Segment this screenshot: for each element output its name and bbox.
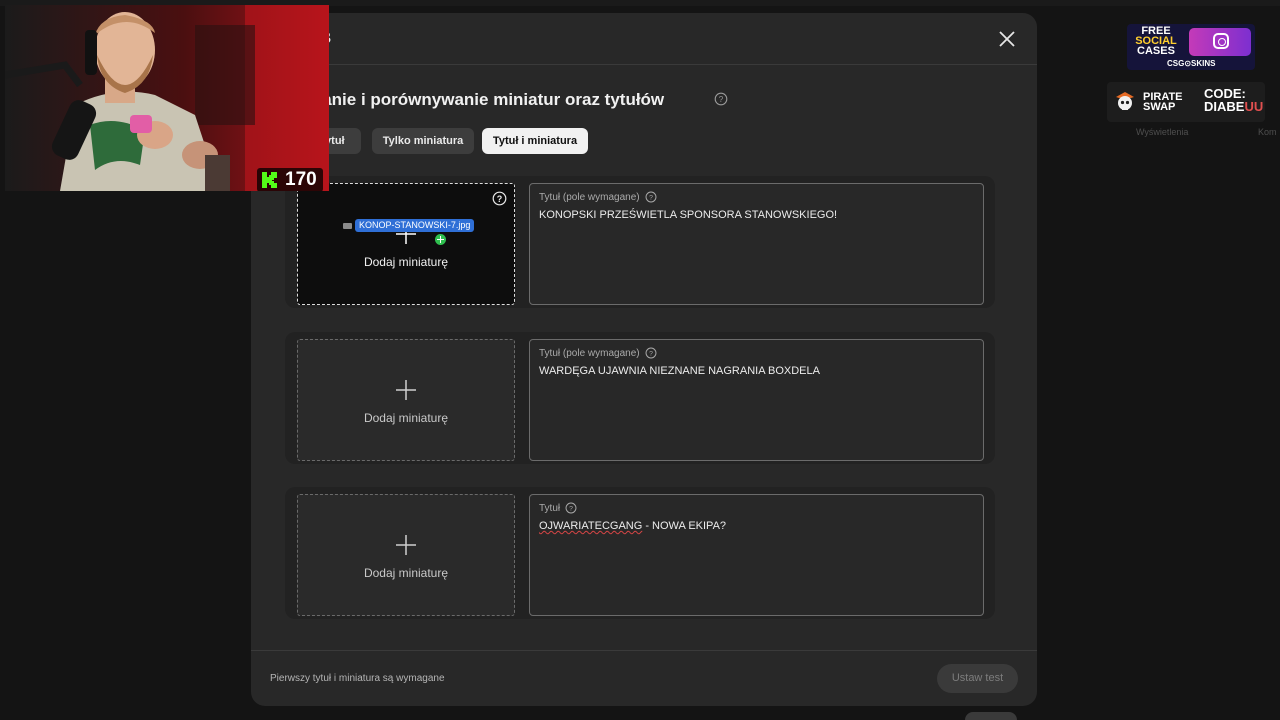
background-column-comments: Kom (1258, 127, 1277, 137)
kick-icon (262, 172, 277, 188)
tab-title-and-thumbnail[interactable]: Tytuł i miniatura (482, 128, 588, 154)
pirateswap-logo-text: PIRATE SWAP (1143, 91, 1183, 113)
webcam-image (5, 5, 329, 191)
help-icon[interactable]: ? (492, 191, 507, 206)
thumbnail-test-dialog: VB wanie i porównywanie miniatur oraz ty… (251, 13, 1037, 706)
add-thumbnail-label: Dodaj miniaturę (363, 566, 449, 580)
sponsor-banner-pirateswap: PIRATE SWAP CODE: DIABEUU (1107, 82, 1265, 122)
drop-add-icon (435, 234, 446, 245)
background-column-views: Wyświetlenia (1136, 127, 1189, 137)
requirement-note: Pierwszy tytuł i miniatura są wymagane (270, 673, 445, 684)
tab-thumbnail-only[interactable]: Tylko miniatura (372, 128, 474, 154)
help-icon[interactable]: ? (645, 347, 657, 359)
file-icon (343, 222, 352, 229)
dialog-footer: Pierwszy tytuł i miniatura są wymagane U… (251, 650, 1037, 706)
dragged-file-name: KONOP-STANOWSKI-7.jpg (355, 219, 475, 232)
thumbnail-drop-zone[interactable]: ? KONOP-STANOWSKI-7.jpg Dodaj miniaturę (297, 183, 515, 305)
svg-text:?: ? (649, 195, 653, 202)
plus-icon (396, 535, 416, 555)
section-heading: wanie i porównywanie miniatur oraz tytuł… (309, 90, 665, 109)
promo-code-text: CODE: DIABEUU (1204, 86, 1264, 114)
title-field-value[interactable]: WARDĘGA UJAWNIA NIEZNANE NAGRANIA BOXDEL… (539, 365, 820, 377)
set-test-button[interactable]: Ustaw test (937, 664, 1018, 693)
sponsor-banner-text: FREE SOCIAL CASES (1135, 25, 1177, 57)
add-thumbnail-label: Dodaj miniaturę (363, 255, 449, 269)
plus-icon (396, 380, 416, 400)
svg-text:?: ? (569, 506, 573, 513)
thumbnail-drop-zone[interactable]: Dodaj miniaturę (297, 339, 515, 461)
svg-text:?: ? (719, 95, 724, 104)
add-thumbnail-label: Dodaj miniaturę (363, 411, 449, 425)
streamer-webcam: 170 (5, 5, 329, 191)
title-field-label: Tytuł (pole wymagane) ? (539, 191, 657, 203)
test-variant-1: ? KONOP-STANOWSKI-7.jpg Dodaj miniaturę … (285, 176, 995, 308)
sponsor-brand: CSG⊙SKINS (1167, 59, 1216, 68)
misspelled-word: OJWARIATECGANG (539, 520, 643, 532)
title-value-rest: - NOWA EKIPA? (642, 520, 727, 532)
close-icon[interactable] (995, 27, 1019, 51)
sponsor-banner-free-cases: FREE SOCIAL CASES CSG⊙SKINS (1127, 24, 1255, 70)
thumbnail-drop-zone[interactable]: Dodaj miniaturę (297, 494, 515, 616)
title-field[interactable]: Tytuł (pole wymagane) ? WARDĘGA UJAWNIA … (529, 339, 984, 461)
viewer-count-badge: 170 (257, 168, 323, 191)
title-field[interactable]: Tytuł ? OJWARIATECGANG - NOWA EKIPA? (529, 494, 984, 616)
pirate-skull-icon (1116, 92, 1134, 110)
title-field-label: Tytuł ? (539, 502, 577, 514)
title-field-value[interactable]: OJWARIATECGANG - NOWA EKIPA? (539, 520, 726, 532)
dialog-header: VB (251, 13, 1037, 65)
title-field-value[interactable]: KONOPSKI PRZEŚWIETLA SPONSORA STANOWSKIE… (539, 209, 837, 221)
background-button[interactable] (965, 712, 1017, 720)
title-field-label: Tytuł (pole wymagane) ? (539, 347, 657, 359)
test-variant-3: Dodaj miniaturę Tytuł ? OJWARIATECGANG -… (285, 487, 995, 619)
help-icon[interactable]: ? (645, 191, 657, 203)
svg-text:?: ? (649, 351, 653, 358)
title-field[interactable]: Tytuł (pole wymagane) ? KONOPSKI PRZEŚWI… (529, 183, 984, 305)
viewer-count: 170 (285, 169, 317, 190)
help-icon[interactable]: ? (565, 502, 577, 514)
help-icon[interactable]: ? (714, 92, 728, 106)
dragged-file-chip: KONOP-STANOWSKI-7.jpg (343, 219, 475, 232)
svg-text:?: ? (497, 194, 503, 204)
instagram-icon (1213, 33, 1229, 49)
test-variant-2: Dodaj miniaturę Tytuł (pole wymagane) ? … (285, 332, 995, 464)
